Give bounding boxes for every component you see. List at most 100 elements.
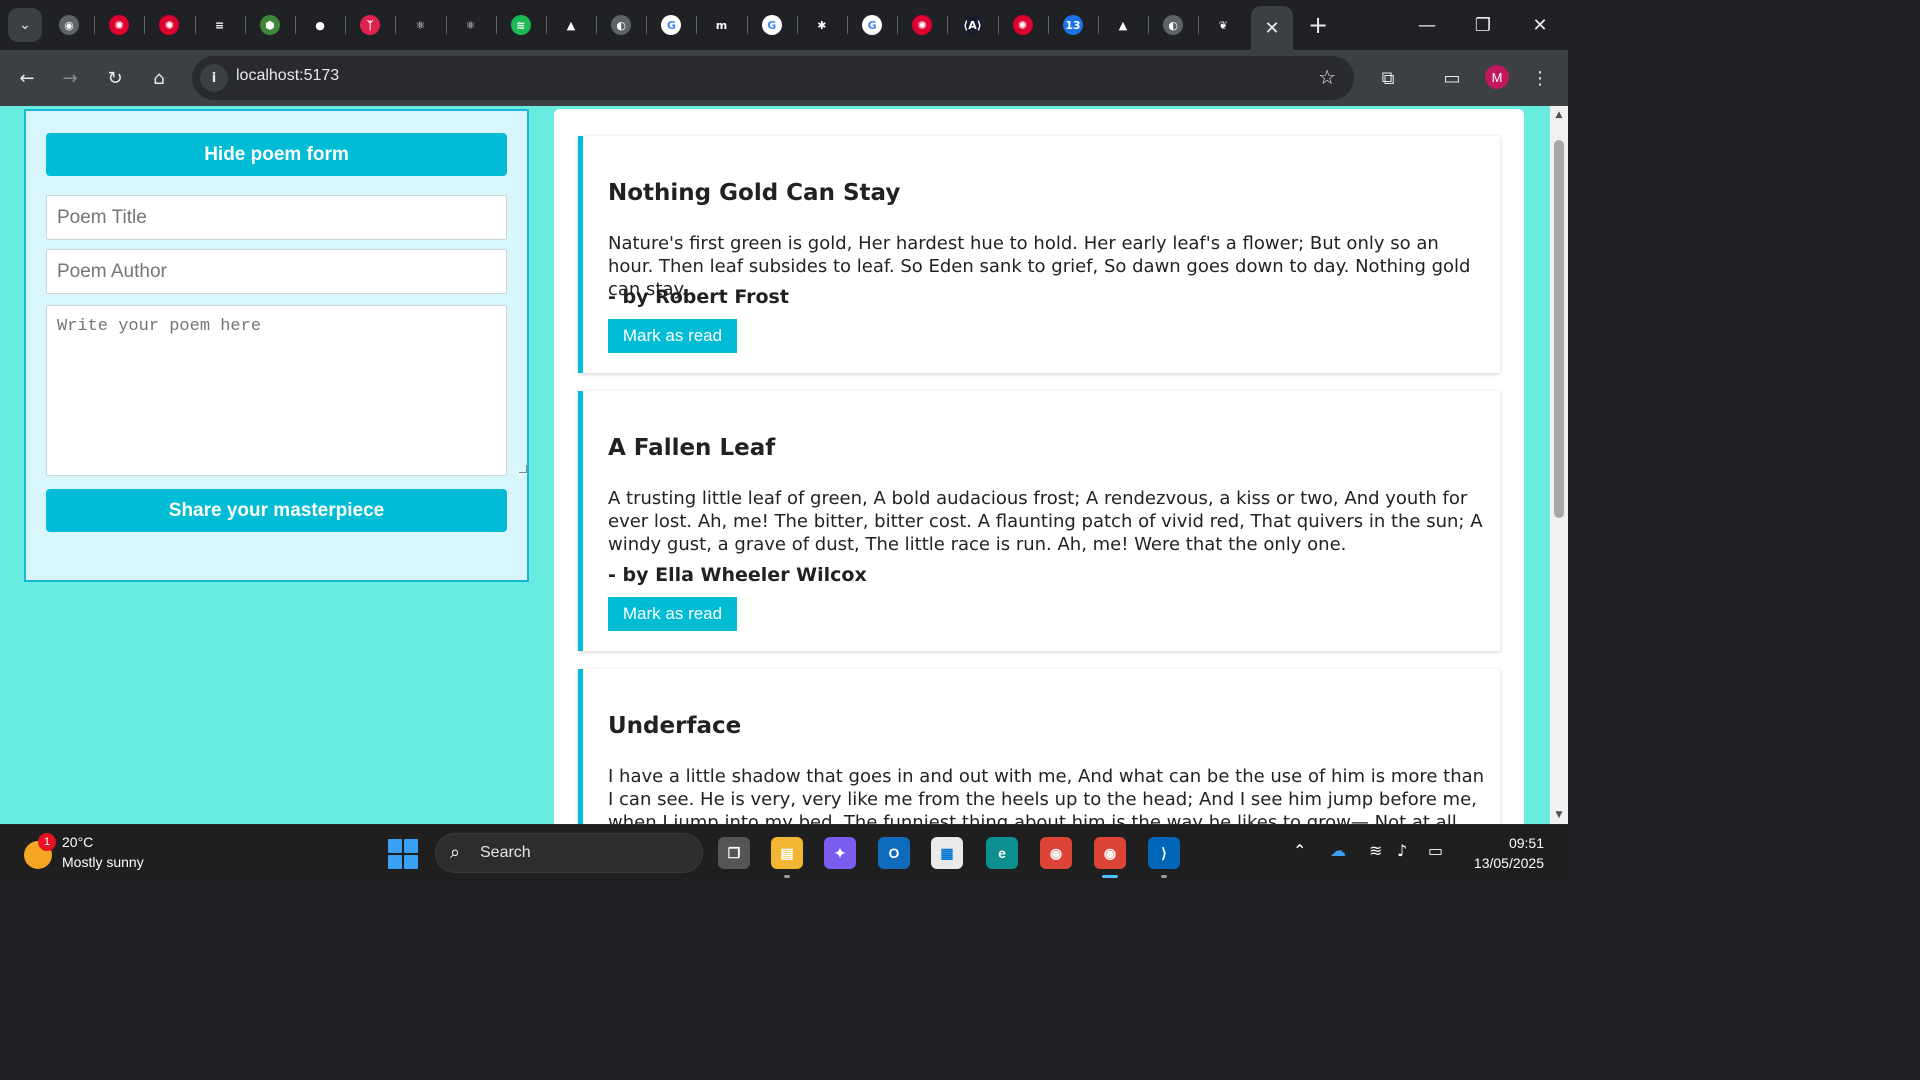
mark-as-read-button[interactable]: Mark as read xyxy=(608,319,737,353)
reload-icon: ↻ xyxy=(107,67,123,89)
poem-author: - by Robert Frost xyxy=(608,286,789,308)
pinned-tab[interactable]: ▲ xyxy=(1097,0,1148,50)
taskbar-search-label: Search xyxy=(480,844,531,861)
scrollbar-thumb[interactable] xyxy=(1554,140,1564,518)
star-icon[interactable]: ☆ xyxy=(1318,65,1336,89)
pinned-tab[interactable]: ⟨A⟩ xyxy=(947,0,997,50)
pinned-tab[interactable]: ◐ xyxy=(1148,0,1198,50)
puzzle-icon: ⧉ xyxy=(1381,67,1395,89)
pinned-tab[interactable]: ◐ xyxy=(596,0,646,50)
poem-card: A Fallen Leaf A trusting little leaf of … xyxy=(578,391,1500,651)
pinned-tab[interactable]: ◉ xyxy=(44,0,94,50)
reload-button[interactable]: ↻ xyxy=(99,62,131,94)
taskbar-search[interactable]: ⌕ Search xyxy=(435,833,703,873)
pinned-tab[interactable]: ▲ xyxy=(545,0,596,50)
tab-strip: ⌄ ◉ ✺ ✺ ≡ ⬢ ● ᛉ ⚛ ⚛ ≋ ▲ ◐ Gm G ✱ G ✺ ⟨A⟩ ✺ 13 ▲ ◐ ❦ ✕ + — ❐ ✕ xyxy=(0,0,1568,50)
new-tab-button[interactable]: + xyxy=(1303,10,1333,40)
minimize-button[interactable]: — xyxy=(1399,0,1455,50)
windows-taskbar: 1 20°C Mostly sunny ⌕ Search ❐ ▤ ✦ O ▦ e… xyxy=(0,824,1568,882)
pinned-tab[interactable]: ✺ xyxy=(94,0,144,50)
clock-date[interactable]: 13/05/2025 xyxy=(1474,855,1544,871)
pinned-tab[interactable]: ● xyxy=(294,0,345,50)
poem-title-input[interactable] xyxy=(46,195,507,240)
home-button[interactable]: ⌂ xyxy=(143,62,175,94)
chrome-icon[interactable]: ◉ xyxy=(1040,837,1072,869)
arrow-right-icon: → xyxy=(62,67,78,89)
pinned-tab[interactable]: G xyxy=(847,0,897,50)
weather-description[interactable]: Mostly sunny xyxy=(62,854,144,870)
pinned-tab[interactable]: ⚛ xyxy=(395,0,445,50)
tab-search-button[interactable]: ⌄ xyxy=(8,8,42,42)
chevron-up-icon[interactable]: ⌃ xyxy=(1293,841,1306,860)
pinned-tab[interactable]: ✺ xyxy=(897,0,947,50)
close-window-button[interactable]: ✕ xyxy=(1512,0,1568,50)
poem-author-input[interactable] xyxy=(46,249,507,294)
active-tab[interactable]: ✕ xyxy=(1251,6,1293,50)
pinned-tab[interactable]: ❦ xyxy=(1198,0,1248,50)
pinned-tab[interactable]: ᛉ xyxy=(345,0,395,50)
microsoft-store-icon[interactable]: ▦ xyxy=(931,837,963,869)
copilot-icon[interactable]: ✦ xyxy=(824,837,856,869)
hide-poem-form-button[interactable]: Hide poem form xyxy=(46,133,507,176)
pinned-tab[interactable]: ⚛ xyxy=(445,0,496,50)
scroll-down-icon[interactable]: ▼ xyxy=(1554,810,1564,820)
pinned-tab[interactable]: G xyxy=(646,0,696,50)
pinned-tab[interactable]: G xyxy=(746,0,797,50)
pinned-tab[interactable]: ✺ xyxy=(997,0,1048,50)
poems-list: Nothing Gold Can Stay Nature's first gre… xyxy=(554,109,1524,824)
onedrive-icon[interactable]: ☁ xyxy=(1330,841,1346,860)
back-button[interactable]: ← xyxy=(11,62,43,94)
share-poem-button[interactable]: Share your masterpiece xyxy=(46,489,507,532)
start-button[interactable] xyxy=(388,839,418,869)
search-icon: ⌕ xyxy=(450,842,461,863)
poem-text: I have a little shadow that goes in and … xyxy=(608,766,1485,824)
home-icon: ⌂ xyxy=(153,67,165,89)
angular-icon: ✺ xyxy=(912,15,933,35)
weather-temperature[interactable]: 20°C xyxy=(62,834,93,850)
devtools-icon: ⟨A⟩ xyxy=(962,15,983,35)
minimize-icon: — xyxy=(1418,14,1436,36)
pinned-tab[interactable]: ✺ xyxy=(144,0,194,50)
poem-author: - by Ella Wheeler Wilcox xyxy=(608,564,867,586)
resize-grip-icon[interactable] xyxy=(519,465,527,473)
file-explorer-icon[interactable]: ▤ xyxy=(771,837,803,878)
restore-icon: ❐ xyxy=(1474,14,1492,36)
extensions-button[interactable]: ⧉ xyxy=(1372,62,1404,94)
mark-as-read-button[interactable]: Mark as read xyxy=(608,597,737,631)
pinned-tabs: ◉ ✺ ✺ ≡ ⬢ ● ᛉ ⚛ ⚛ ≋ ▲ ◐ Gm G ✱ G ✺ ⟨A⟩ ✺ 13 ▲ ◐ ❦ xyxy=(44,0,1249,50)
profile-avatar[interactable]: M xyxy=(1485,65,1509,89)
clock-time[interactable]: 09:51 xyxy=(1509,835,1544,851)
plus-icon: + xyxy=(1307,11,1329,39)
pinned-tab[interactable]: ≡ xyxy=(194,0,245,50)
more-vertical-icon: ⋮ xyxy=(1531,67,1549,89)
pinned-tab[interactable]: 13 xyxy=(1047,0,1098,50)
google-icon: G xyxy=(862,15,883,35)
edge-icon[interactable]: e xyxy=(986,837,1018,869)
scroll-up-icon[interactable]: ▲ xyxy=(1554,110,1564,120)
cast-icon: ▭ xyxy=(1443,67,1461,89)
angular-icon: ✺ xyxy=(159,15,180,35)
close-icon[interactable]: ✕ xyxy=(1264,18,1279,39)
page-scrollbar[interactable]: ▲ ▼ xyxy=(1550,106,1568,824)
pinned-tab[interactable]: ⬢ xyxy=(244,0,295,50)
wifi-icon[interactable]: ≋ xyxy=(1369,841,1382,860)
volume-icon[interactable]: ♪ xyxy=(1397,841,1407,860)
cast-button[interactable]: ▭ xyxy=(1436,62,1468,94)
pinned-tab[interactable]: m xyxy=(696,0,746,50)
chrome-icon: ◉ xyxy=(59,15,80,35)
outlook-icon[interactable]: O xyxy=(878,837,910,869)
menu-button[interactable]: ⋮ xyxy=(1524,62,1556,94)
battery-icon[interactable]: ▭ xyxy=(1428,841,1443,860)
poem-body-textarea[interactable] xyxy=(46,305,507,476)
pinned-tab[interactable]: ✱ xyxy=(796,0,847,50)
google-drive-icon: ▲ xyxy=(1113,15,1134,35)
address-bar[interactable]: i localhost:5173 ☆ xyxy=(192,56,1354,100)
pinned-tab[interactable]: ≋ xyxy=(495,0,546,50)
chrome-profile-icon[interactable]: ◉ xyxy=(1094,837,1126,878)
forward-button[interactable]: → xyxy=(54,62,86,94)
site-info-icon[interactable]: i xyxy=(200,64,228,92)
url-text[interactable]: localhost:5173 xyxy=(236,67,339,85)
restore-button[interactable]: ❐ xyxy=(1455,0,1511,50)
task-view-icon[interactable]: ❐ xyxy=(718,837,750,869)
vscode-icon[interactable]: ⟩ xyxy=(1148,837,1180,878)
